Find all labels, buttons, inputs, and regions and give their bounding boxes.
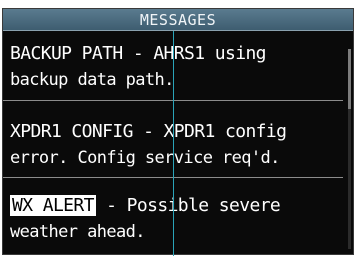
message-item-wx-alert[interactable]: WX ALERT - Possible severe weather ahead… (3, 191, 353, 244)
message-text: WX ALERT - Possible severe (10, 191, 353, 220)
message-text: BACKUP PATH - AHRS1 using (10, 43, 267, 64)
window-title: MESSAGES (139, 11, 217, 29)
scrollbar-thumb[interactable] (348, 49, 351, 109)
wx-alert-tag: WX ALERT (10, 195, 96, 216)
screenshot-frame: MESSAGES BACKUP PATH - AHRS1 using backu… (0, 0, 357, 260)
message-detail: error. Config service req'd. (10, 148, 280, 168)
message-detail: weather ahead. (10, 222, 145, 242)
window-title-bar: MESSAGES (3, 9, 353, 31)
scrollbar[interactable] (348, 49, 351, 249)
message-item-xpdr1-config[interactable]: XPDR1 CONFIG - XPDR1 config error. Confi… (3, 117, 353, 170)
message-text-rest: - Possible severe (95, 195, 281, 216)
message-item-backup-path[interactable]: BACKUP PATH - AHRS1 using backup data pa… (3, 39, 353, 92)
messages-window: MESSAGES BACKUP PATH - AHRS1 using backu… (2, 8, 354, 256)
message-text: XPDR1 CONFIG - XPDR1 config (10, 121, 287, 142)
message-detail: backup data path. (10, 70, 174, 90)
vertical-cursor-line (173, 31, 174, 256)
